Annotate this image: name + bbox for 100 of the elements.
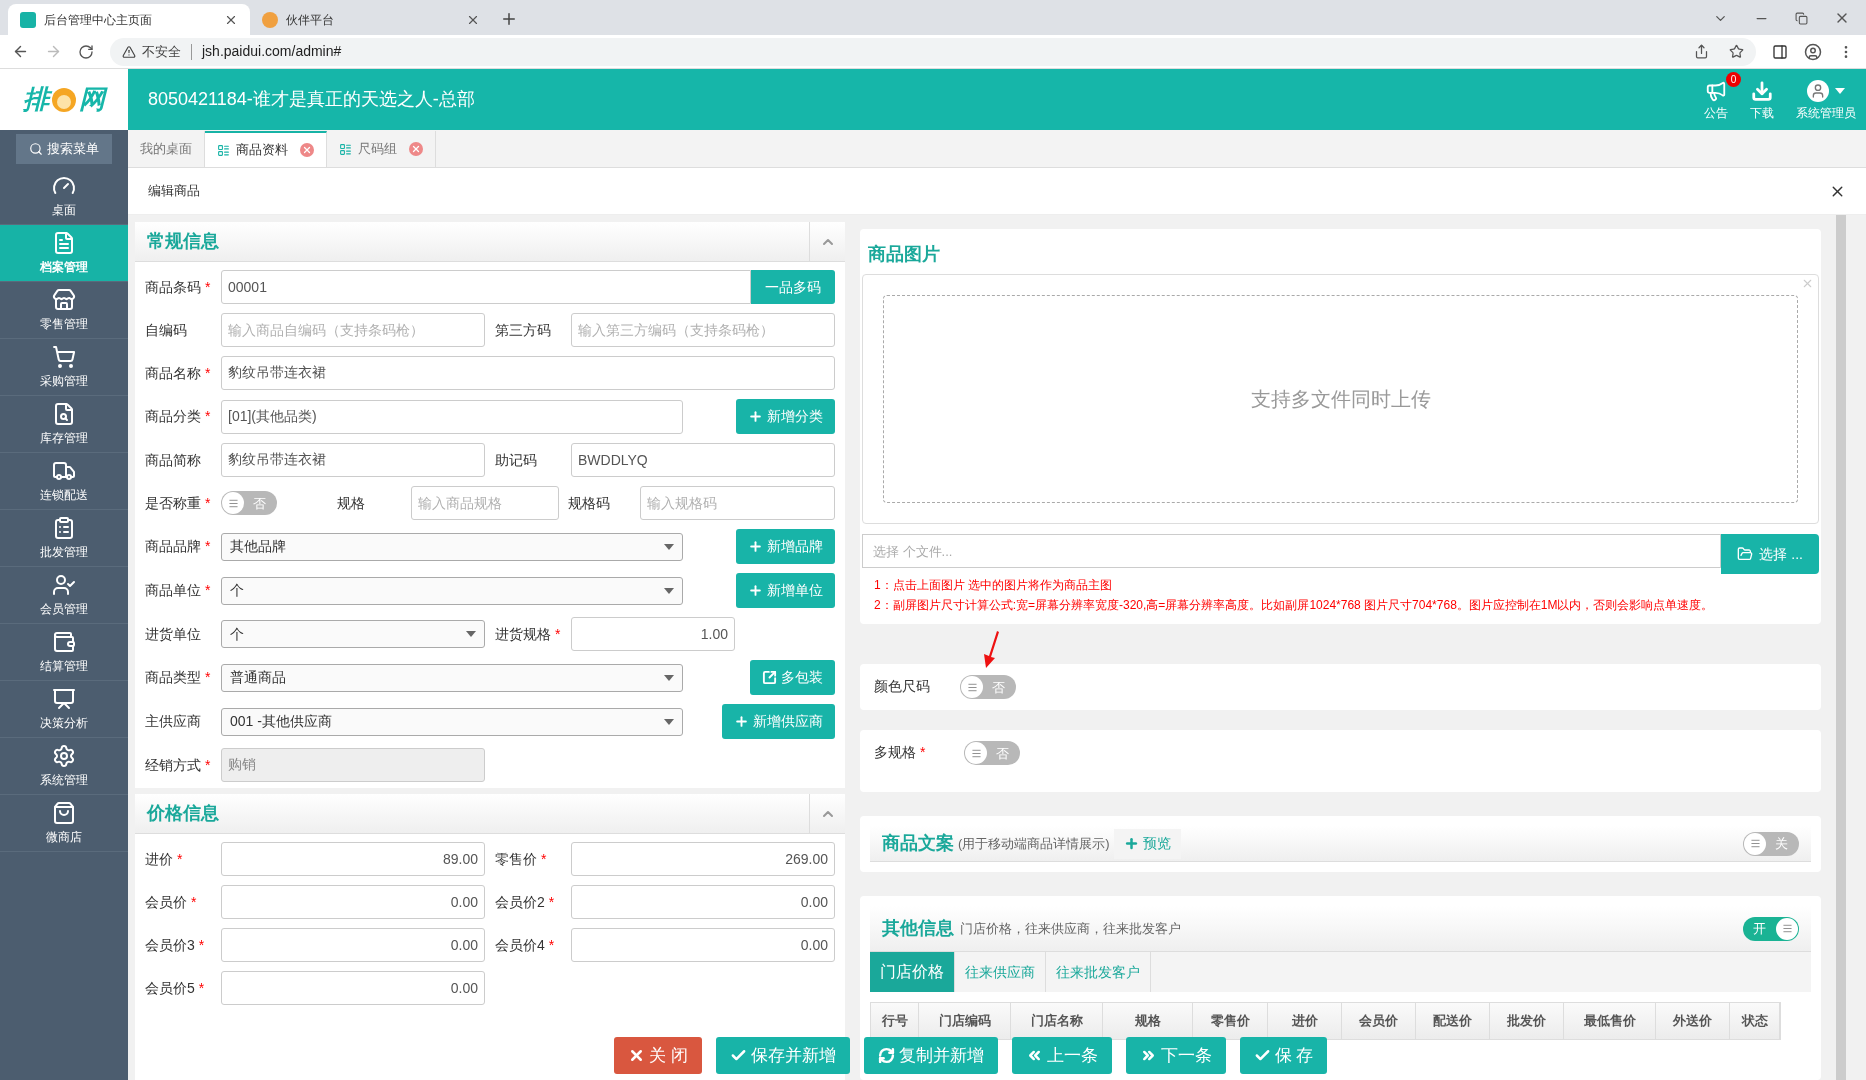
tab-title: 后台管理中心主页面 (44, 11, 153, 29)
required-mark: * (205, 755, 211, 775)
field-label: 商品品牌 (145, 537, 201, 556)
share-icon[interactable] (1694, 44, 1709, 59)
text-field[interactable]: 输入商品规格 (411, 486, 560, 520)
address-bar[interactable]: 不安全 jsh.paidui.com/admin# (110, 37, 1756, 66)
dropdown-select[interactable]: 普通商品 (221, 663, 683, 692)
number-field[interactable]: 0.00 (221, 971, 485, 1005)
field-label: 会员价3 (145, 935, 195, 955)
required-mark: * (205, 537, 211, 556)
sidebar-item[interactable]: 连锁配送 (0, 453, 128, 510)
restore-icon[interactable] (1795, 11, 1808, 25)
caret-icon (664, 718, 674, 725)
column-header: 批发价 (1490, 1003, 1564, 1039)
browser-tab[interactable]: 伙伴平台 (250, 4, 492, 35)
page-icon (217, 143, 230, 157)
scrollbar[interactable] (1836, 215, 1846, 1080)
toggle-knob-icon (1749, 838, 1761, 849)
text-field[interactable]: [01](其他品类) (221, 399, 683, 434)
menu-item-icon (52, 629, 76, 654)
download-icon (1751, 79, 1773, 102)
field-label: 商品条码 (145, 277, 201, 297)
tab-title: 伙伴平台 (286, 11, 335, 29)
column-header: 行号 (871, 1003, 919, 1039)
dropdown-select[interactable]: 其他品牌 (221, 532, 683, 561)
number-field[interactable]: 89.00 (221, 842, 485, 876)
menu-item-icon (52, 515, 76, 540)
sidebar-item[interactable]: 结算管理 (0, 624, 128, 681)
text-field[interactable]: 豹纹吊带连衣裙 (221, 356, 835, 390)
caret-icon (664, 543, 674, 550)
search-menu-button[interactable]: 搜索菜单 (16, 134, 112, 164)
plus-icon (748, 583, 763, 598)
sidebar-item[interactable]: 采购管理 (0, 339, 128, 396)
number-field[interactable]: 0.00 (221, 928, 485, 962)
field-label: 多规格 (874, 743, 916, 762)
toggle-text: 否 (996, 746, 1009, 760)
text-field[interactable]: BWDDLYQ (571, 443, 835, 477)
text-field[interactable]: 豹纹吊带连衣裙 (221, 443, 485, 477)
field-label: 是否称重 (145, 493, 201, 513)
sidebar-item[interactable]: 会员管理 (0, 567, 128, 624)
page-tab[interactable]: 尺码组 (327, 131, 436, 167)
sidebar-item[interactable]: 零售管理 (0, 282, 128, 339)
sidebar-item[interactable]: 微商店 (0, 795, 128, 852)
number-field[interactable]: 0.00 (571, 928, 835, 962)
text-field[interactable]: 输入规格码 (640, 486, 835, 520)
plus-icon (748, 409, 763, 424)
plus-icon (734, 714, 749, 729)
footer-button[interactable]: 关 闭 (614, 1037, 702, 1074)
number-field[interactable]: 269.00 (571, 842, 835, 876)
dropdown-select[interactable]: 个 (221, 620, 485, 648)
page-tab[interactable]: 商品资料 (205, 131, 327, 167)
field-label: 商品单位 (145, 581, 201, 600)
column-header: 配送价 (1416, 1003, 1490, 1039)
dialog-title: 编辑商品 (148, 182, 200, 201)
section-hint: (用于移动端商品详情展示) (958, 834, 1110, 853)
text-field[interactable]: 00001 (221, 270, 751, 304)
side-panel-icon[interactable] (1772, 43, 1788, 60)
toggle-knob-icon (970, 747, 982, 759)
required-mark: * (177, 849, 183, 869)
sidebar-item[interactable]: 批发管理 (0, 510, 128, 567)
section-hint: 门店价格，往来供应商，往来批发客户 (960, 919, 1181, 938)
search-icon (29, 142, 43, 156)
required-mark: * (548, 935, 555, 955)
dropdown-select[interactable]: 个 (221, 576, 683, 605)
external-link-icon (762, 670, 777, 685)
column-header: 零售价 (1193, 1003, 1268, 1039)
text-field[interactable]: 输入商品自编码（支持条码枪） (221, 313, 485, 347)
menu-item-icon (52, 287, 76, 312)
caret-icon (466, 631, 476, 637)
required-mark: * (555, 624, 561, 644)
file-field[interactable]: 选择 个文件... (862, 534, 1722, 568)
dropdown-select[interactable]: 001 -其他供应商 (221, 707, 683, 736)
browser-tab[interactable]: 后台管理中心主页面 (8, 4, 250, 35)
field-label: 会员价4 (495, 935, 545, 955)
number-field[interactable]: 0.00 (221, 885, 485, 919)
menu-item-icon (52, 344, 76, 369)
sidebar-item[interactable]: 决策分析 (0, 681, 128, 738)
text-field[interactable]: 输入第三方编码（支持条码枪） (571, 313, 835, 347)
plus-icon (1123, 836, 1139, 851)
number-field[interactable]: 0.00 (571, 885, 835, 919)
caret-icon (664, 587, 674, 594)
required-mark: * (541, 849, 547, 869)
required-mark: * (205, 581, 211, 600)
warning-icon (122, 44, 136, 59)
sidebar-item[interactable]: 系统管理 (0, 738, 128, 795)
reload-icon[interactable] (78, 43, 94, 60)
header-action-label: 下载 (1750, 104, 1774, 122)
sidebar-item[interactable]: 库存管理 (0, 396, 128, 453)
field-label: 进价 (145, 849, 173, 869)
new-tab-icon[interactable] (500, 10, 518, 28)
field-label: 商品简称 (145, 450, 201, 470)
number-field[interactable]: 1.00 (571, 617, 735, 651)
menu-item-icon (52, 743, 76, 768)
menu-item-icon (52, 401, 76, 426)
profile-icon[interactable] (1804, 42, 1822, 61)
bookmark-icon[interactable] (1729, 44, 1744, 59)
back-icon[interactable] (12, 43, 29, 60)
column-header: 会员价 (1342, 1003, 1416, 1039)
section-title: 商品图片 (867, 243, 941, 266)
field-label: 规格码 (568, 493, 610, 513)
